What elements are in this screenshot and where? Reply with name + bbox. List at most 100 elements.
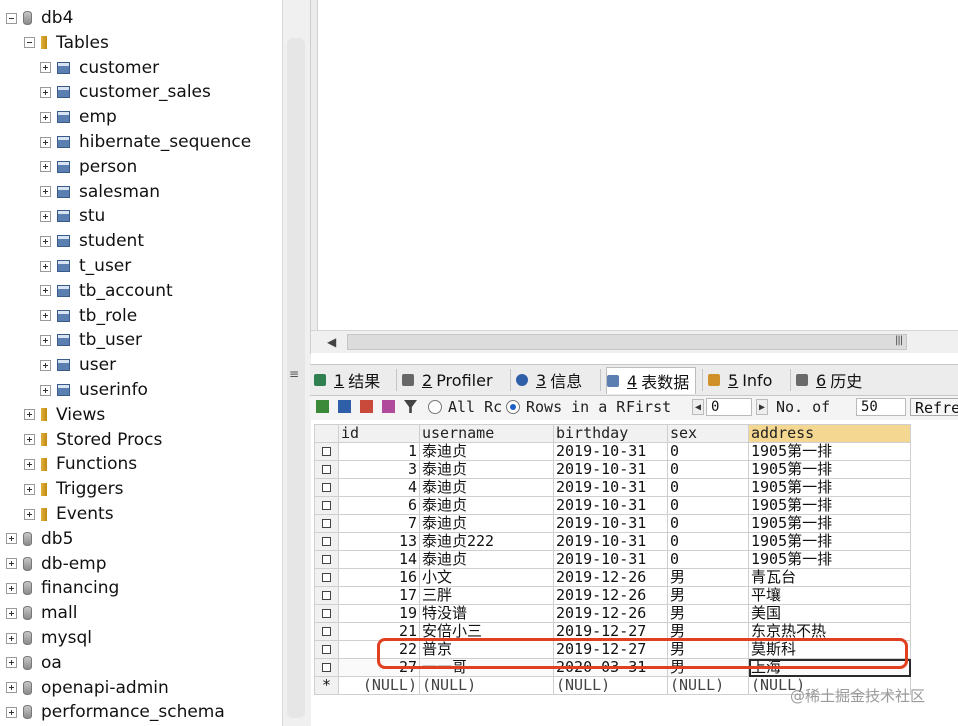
expand-icon[interactable] — [6, 582, 17, 594]
checkbox-icon[interactable] — [322, 555, 331, 564]
expand-icon[interactable] — [6, 632, 17, 644]
table-row[interactable]: 17 三胖 2019-12-26 男平壤 — [314, 586, 911, 605]
refresh-button[interactable]: Refresh — [910, 398, 958, 416]
new-row-cell-sex[interactable]: (NULL) — [667, 676, 749, 695]
table-row[interactable]: 27 一一哥 2020-03-31 男上海 — [314, 658, 911, 677]
tree-node-mall[interactable]: mall — [6, 601, 77, 625]
checkbox-icon[interactable] — [322, 501, 331, 510]
tree-node-userinfo[interactable]: userinfo — [40, 378, 148, 402]
row-select-checkbox[interactable] — [314, 622, 339, 641]
cell-username[interactable]: 三胖 — [419, 586, 554, 605]
tree-node-stu[interactable]: stu — [40, 204, 105, 228]
new-row-cell-birthday[interactable]: (NULL) — [553, 676, 668, 695]
tree-node-functions[interactable]: Functions — [24, 452, 137, 476]
cell-username[interactable]: 泰迪贞 — [419, 460, 554, 479]
expand-icon[interactable] — [40, 62, 51, 74]
tree-node-db5[interactable]: db5 — [6, 527, 73, 551]
expand-icon[interactable] — [6, 682, 17, 694]
cell-address[interactable]: 1905第一排 — [748, 550, 911, 569]
tree-node-t-user[interactable]: t_user — [40, 254, 131, 278]
delete-row-icon[interactable] — [360, 400, 373, 413]
tree-node-tb-account[interactable]: tb_account — [40, 279, 173, 303]
checkbox-icon[interactable] — [322, 447, 331, 456]
table-row[interactable]: 16 小文 2019-12-26 男青瓦台 — [314, 568, 911, 587]
row-count-input[interactable]: 50 — [856, 398, 906, 416]
cell-sex[interactable]: 0 — [667, 514, 749, 533]
add-row-icon[interactable] — [316, 400, 329, 413]
cell-sex[interactable]: 0 — [667, 460, 749, 479]
checkbox-icon[interactable] — [322, 591, 331, 600]
row-select-checkbox[interactable] — [314, 514, 339, 533]
first-row-input[interactable]: 0 — [706, 398, 752, 416]
cell-sex[interactable]: 男 — [667, 604, 749, 623]
collapse-icon[interactable] — [6, 12, 17, 24]
cell-sex[interactable]: 男 — [667, 658, 749, 677]
cell-id[interactable]: 17 — [338, 586, 420, 605]
expand-icon[interactable] — [40, 359, 51, 371]
table-row[interactable]: 14 泰迪贞 2019-10-31 0 1905第一排 — [314, 550, 911, 569]
column-header-address[interactable]: address — [748, 424, 911, 443]
tree-node-emp[interactable]: emp — [40, 105, 117, 129]
checkbox-icon[interactable] — [322, 609, 331, 618]
tree-node-stored-procs[interactable]: Stored Procs — [24, 428, 162, 452]
cell-sex[interactable]: 男 — [667, 586, 749, 605]
previous-page-icon[interactable]: ◀ — [692, 399, 704, 415]
column-header-sex[interactable]: sex — [667, 424, 749, 443]
tree-node-openapi-admin[interactable]: openapi-admin — [6, 676, 169, 700]
cell-address[interactable]: 美国 — [748, 604, 911, 623]
tree-node-oa[interactable]: oa — [6, 651, 62, 675]
expand-icon[interactable] — [40, 285, 51, 297]
cell-address[interactable]: 1905第一排 — [748, 478, 911, 497]
tab-history[interactable]: 6 历史 — [796, 367, 862, 393]
cell-username[interactable]: 泰迪贞 — [419, 514, 554, 533]
cell-username[interactable]: 泰迪贞 — [419, 496, 554, 515]
expand-icon[interactable] — [40, 235, 51, 247]
cell-username[interactable]: 泰迪贞 — [419, 442, 554, 461]
cell-id[interactable]: 27 — [338, 658, 420, 677]
tab-table-data[interactable]: 4 表数据 — [606, 367, 697, 394]
tree-node-mysql[interactable]: mysql — [6, 626, 92, 650]
cell-username[interactable]: 泰迪贞222 — [419, 532, 554, 551]
cell-sex[interactable]: 男 — [667, 622, 749, 641]
cell-address[interactable]: 莫斯科 — [748, 640, 911, 659]
checkbox-icon[interactable] — [322, 465, 331, 474]
cell-username[interactable]: 一一哥 — [419, 658, 554, 677]
expand-icon[interactable] — [40, 334, 51, 346]
cell-sex[interactable]: 0 — [667, 550, 749, 569]
cell-id[interactable]: 4 — [338, 478, 420, 497]
grid-corner-cell[interactable] — [314, 424, 339, 443]
tab-info[interactable]: 3 信息 — [516, 367, 582, 393]
expand-icon[interactable] — [6, 706, 17, 718]
expand-icon[interactable] — [40, 136, 51, 148]
cell-sex[interactable]: 0 — [667, 532, 749, 551]
row-select-checkbox[interactable] — [314, 460, 339, 479]
column-header-username[interactable]: username — [419, 424, 554, 443]
expand-icon[interactable] — [6, 607, 17, 619]
tree-node-db4[interactable]: db4 — [6, 6, 73, 30]
checkbox-icon[interactable] — [322, 627, 331, 636]
tree-node-views[interactable]: Views — [24, 403, 105, 427]
tree-node-person[interactable]: person — [40, 155, 137, 179]
cell-birthday[interactable]: 2019-10-31 — [553, 514, 668, 533]
row-select-checkbox[interactable] — [314, 532, 339, 551]
checkbox-icon[interactable] — [322, 645, 331, 654]
cell-birthday[interactable]: 2019-10-31 — [553, 496, 668, 515]
cell-sex[interactable]: 0 — [667, 496, 749, 515]
expand-icon[interactable] — [24, 483, 35, 495]
new-row-cell-username[interactable]: (NULL) — [419, 676, 554, 695]
table-row[interactable]: 6 泰迪贞 2019-10-31 0 1905第一排 — [314, 496, 911, 515]
table-row[interactable]: 21 安倍小三 2019-12-27 男东京热不热 — [314, 622, 911, 641]
cell-id[interactable]: 16 — [338, 568, 420, 587]
column-header-id[interactable]: id — [338, 424, 420, 443]
tree-node-tables[interactable]: Tables — [24, 31, 109, 55]
column-header-birthday[interactable]: birthday — [553, 424, 668, 443]
cell-address[interactable]: 1905第一排 — [748, 442, 911, 461]
tree-node-financing[interactable]: financing — [6, 576, 119, 600]
table-row[interactable]: 1 泰迪贞 2019-10-31 0 1905第一排 — [314, 442, 911, 461]
tab-results[interactable]: 1 结果 — [314, 367, 380, 393]
row-select-checkbox[interactable] — [314, 442, 339, 461]
checkbox-icon[interactable] — [322, 663, 331, 672]
expand-icon[interactable] — [6, 657, 17, 669]
scroll-left-arrow-icon[interactable]: ◀ — [327, 335, 336, 349]
expand-icon[interactable] — [24, 458, 35, 470]
